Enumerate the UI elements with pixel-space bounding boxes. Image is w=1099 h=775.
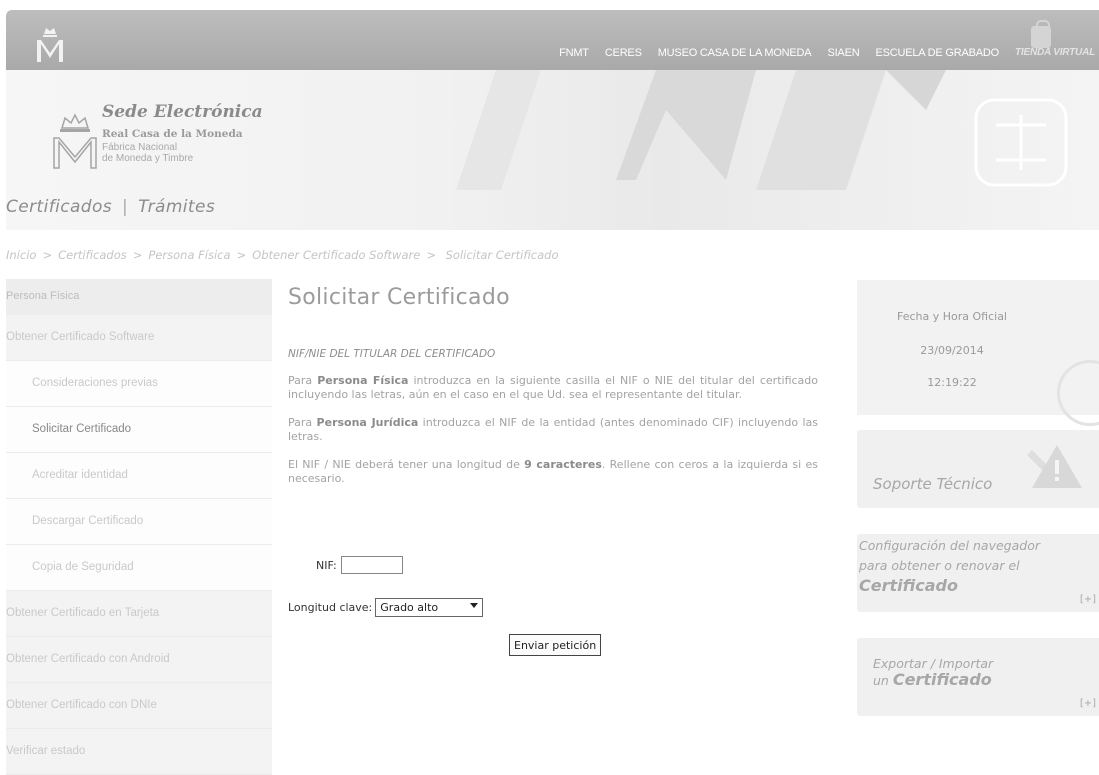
config-line-3: Certificado bbox=[859, 576, 958, 595]
top-nav: FNMT CERES MUSEO CASA DE LA MONEDA SIAEN… bbox=[559, 47, 1099, 59]
topnav-escuela[interactable]: ESCUELA DE GRABADO bbox=[875, 47, 999, 59]
clock-title: Fecha y Hora Oficial bbox=[896, 310, 1007, 323]
dropdown-arrow-icon bbox=[470, 603, 479, 608]
breadcrumb-separator: > bbox=[426, 248, 436, 262]
soporte-label: Soporte Técnico bbox=[873, 475, 993, 493]
official-time-box: Fecha y Hora Oficial 23/09/2014 12:19:22 bbox=[857, 280, 1099, 426]
soporte-tecnico-box[interactable]: Soporte Técnico bbox=[857, 430, 1099, 508]
fnmt-logo-icon[interactable] bbox=[34, 24, 66, 64]
text: El NIF / NIE deberá tener una longitud d… bbox=[288, 458, 525, 471]
clave-row: Longitud clave: Grado alto bbox=[288, 598, 484, 617]
breadcrumb-separator: > bbox=[42, 248, 53, 262]
emphasis: Persona Jurídica bbox=[316, 416, 419, 429]
sidebar-item-consideraciones[interactable]: Consideraciones previas bbox=[6, 361, 272, 407]
config-line-2: para obtener o renovar el bbox=[859, 558, 1020, 573]
emphasis: Persona Física bbox=[317, 374, 409, 387]
topnav-ceres[interactable]: CERES bbox=[605, 47, 642, 59]
page-title: Solicitar Certificado bbox=[288, 285, 510, 310]
breadcrumb-separator: > bbox=[132, 248, 143, 262]
clave-select[interactable]: Grado alto bbox=[375, 598, 484, 617]
nif-input[interactable] bbox=[340, 556, 403, 574]
clock-icon bbox=[1057, 360, 1099, 426]
breadcrumb: Inicio > Certificados > Persona Física > Obten… bbox=[6, 248, 558, 262]
sidebar-item-descargar[interactable]: Descargar Certificado bbox=[6, 499, 272, 545]
exportar-importar-box[interactable]: Exportar / Importar un Certificado [+] bbox=[857, 638, 1099, 716]
topnav-tienda-virtual[interactable]: TIENDA VIRTUAL bbox=[1015, 47, 1095, 59]
sidebar-item-copia[interactable]: Copia de Seguridad bbox=[6, 545, 272, 591]
clave-select-value: Grado alto bbox=[380, 601, 439, 614]
text: un bbox=[873, 673, 893, 688]
expand-export[interactable]: [+] bbox=[1080, 698, 1096, 709]
emphasis: Certificado bbox=[892, 670, 992, 689]
breadcrumb-certificados[interactable]: Certificados bbox=[58, 248, 127, 262]
paragraph-persona-juridica: Para Persona Jurídica introduzca el NIF … bbox=[288, 416, 818, 444]
shopping-bag-icon[interactable] bbox=[1031, 20, 1051, 48]
top-bar: FNMT CERES MUSEO CASA DE LA MONEDA SIAEN… bbox=[6, 10, 1099, 70]
expand-config[interactable]: [+] bbox=[1080, 594, 1096, 605]
topnav-siaen[interactable]: SIAEN bbox=[827, 47, 859, 59]
main-content: Solicitar Certificado NIF/NIE DEL TITULA… bbox=[288, 285, 818, 486]
sidebar-item-dnie[interactable]: Obtener Certificado con DNIe bbox=[6, 683, 272, 729]
topnav-museo[interactable]: MUSEO CASA DE LA MONEDA bbox=[658, 47, 812, 59]
sede-subtitle-line-1: Fábrica Nacional bbox=[102, 142, 178, 153]
paragraph-persona-fisica: Para Persona Física introduzca en la sig… bbox=[288, 374, 818, 402]
breadcrumb-separator: > bbox=[236, 248, 247, 262]
sidebar-item-obtener-software[interactable]: Obtener Certificado Software bbox=[6, 315, 272, 361]
nif-row: NIF: bbox=[316, 556, 483, 574]
topnav-fnmt[interactable]: FNMT bbox=[559, 47, 589, 59]
breadcrumb-persona-fisica[interactable]: Persona Física bbox=[148, 248, 230, 262]
nav-tramites[interactable]: Trámites bbox=[138, 197, 215, 217]
nav-separator: | bbox=[122, 197, 129, 217]
sede-title: Sede Electrónica bbox=[102, 102, 263, 122]
export-line-2: un Certificado bbox=[873, 672, 993, 689]
crest-logo-icon bbox=[53, 113, 97, 169]
clock-time: 12:19:22 bbox=[927, 376, 977, 389]
sede-subtitle-2: Fábrica Nacional de Moneda y Timbre bbox=[102, 142, 242, 164]
sidebar-item-android[interactable]: Obtener Certificado con Android bbox=[6, 637, 272, 683]
banner-graphic bbox=[456, 70, 1068, 190]
config-text: Configuración del navegador para obtener… bbox=[859, 536, 1040, 596]
export-text: Exportar / Importar un Certificado bbox=[873, 656, 993, 689]
submit-button[interactable]: Enviar petición bbox=[509, 634, 602, 656]
breadcrumb-obtener-software[interactable]: Obtener Certificado Software bbox=[252, 248, 420, 262]
emphasis: 9 caracteres bbox=[524, 458, 602, 471]
sidebar-heading[interactable]: Persona Física bbox=[6, 279, 272, 315]
nif-label: NIF: bbox=[316, 558, 337, 572]
config-line-1: Configuración del navegador bbox=[859, 538, 1040, 553]
breadcrumb-inicio[interactable]: Inicio bbox=[6, 248, 36, 262]
header-banner: Sede Electrónica Real Casa de la Moneda … bbox=[6, 70, 1099, 230]
breadcrumb-current: Solicitar Certificado bbox=[445, 248, 559, 262]
wrench-warning-icon bbox=[1027, 445, 1082, 488]
nav-certificados[interactable]: Certificados bbox=[6, 197, 112, 217]
sidebar-item-tarjeta[interactable]: Obtener Certificado en Tarjeta bbox=[6, 591, 272, 637]
sidebar-item-verificar[interactable]: Verificar estado bbox=[6, 729, 272, 775]
sidebar: Persona Física Obtener Certificado Softw… bbox=[6, 279, 272, 775]
sede-subtitle: Real Casa de la Moneda bbox=[102, 128, 243, 140]
config-navegador-box[interactable]: Configuración del navegador para obtener… bbox=[857, 534, 1099, 612]
request-form: NIF: Longitud clave: Grado alto bbox=[288, 556, 484, 617]
sidebar-item-acreditar[interactable]: Acreditar identidad bbox=[6, 453, 272, 499]
clock-date: 23/09/2014 bbox=[920, 344, 984, 357]
clave-label: Longitud clave: bbox=[288, 601, 373, 614]
paragraph-longitud: El NIF / NIE deberá tener una longitud d… bbox=[288, 458, 818, 486]
text: Para bbox=[288, 416, 317, 429]
section-title: NIF/NIE DEL TITULAR DEL CERTIFICADO bbox=[288, 348, 496, 360]
banner-nav: Certificados | Trámites bbox=[6, 197, 215, 217]
sidebar-item-solicitar[interactable]: Solicitar Certificado bbox=[6, 407, 272, 453]
text: Para bbox=[288, 374, 318, 387]
sede-subtitle-line-2: de Moneda y Timbre bbox=[102, 153, 194, 164]
